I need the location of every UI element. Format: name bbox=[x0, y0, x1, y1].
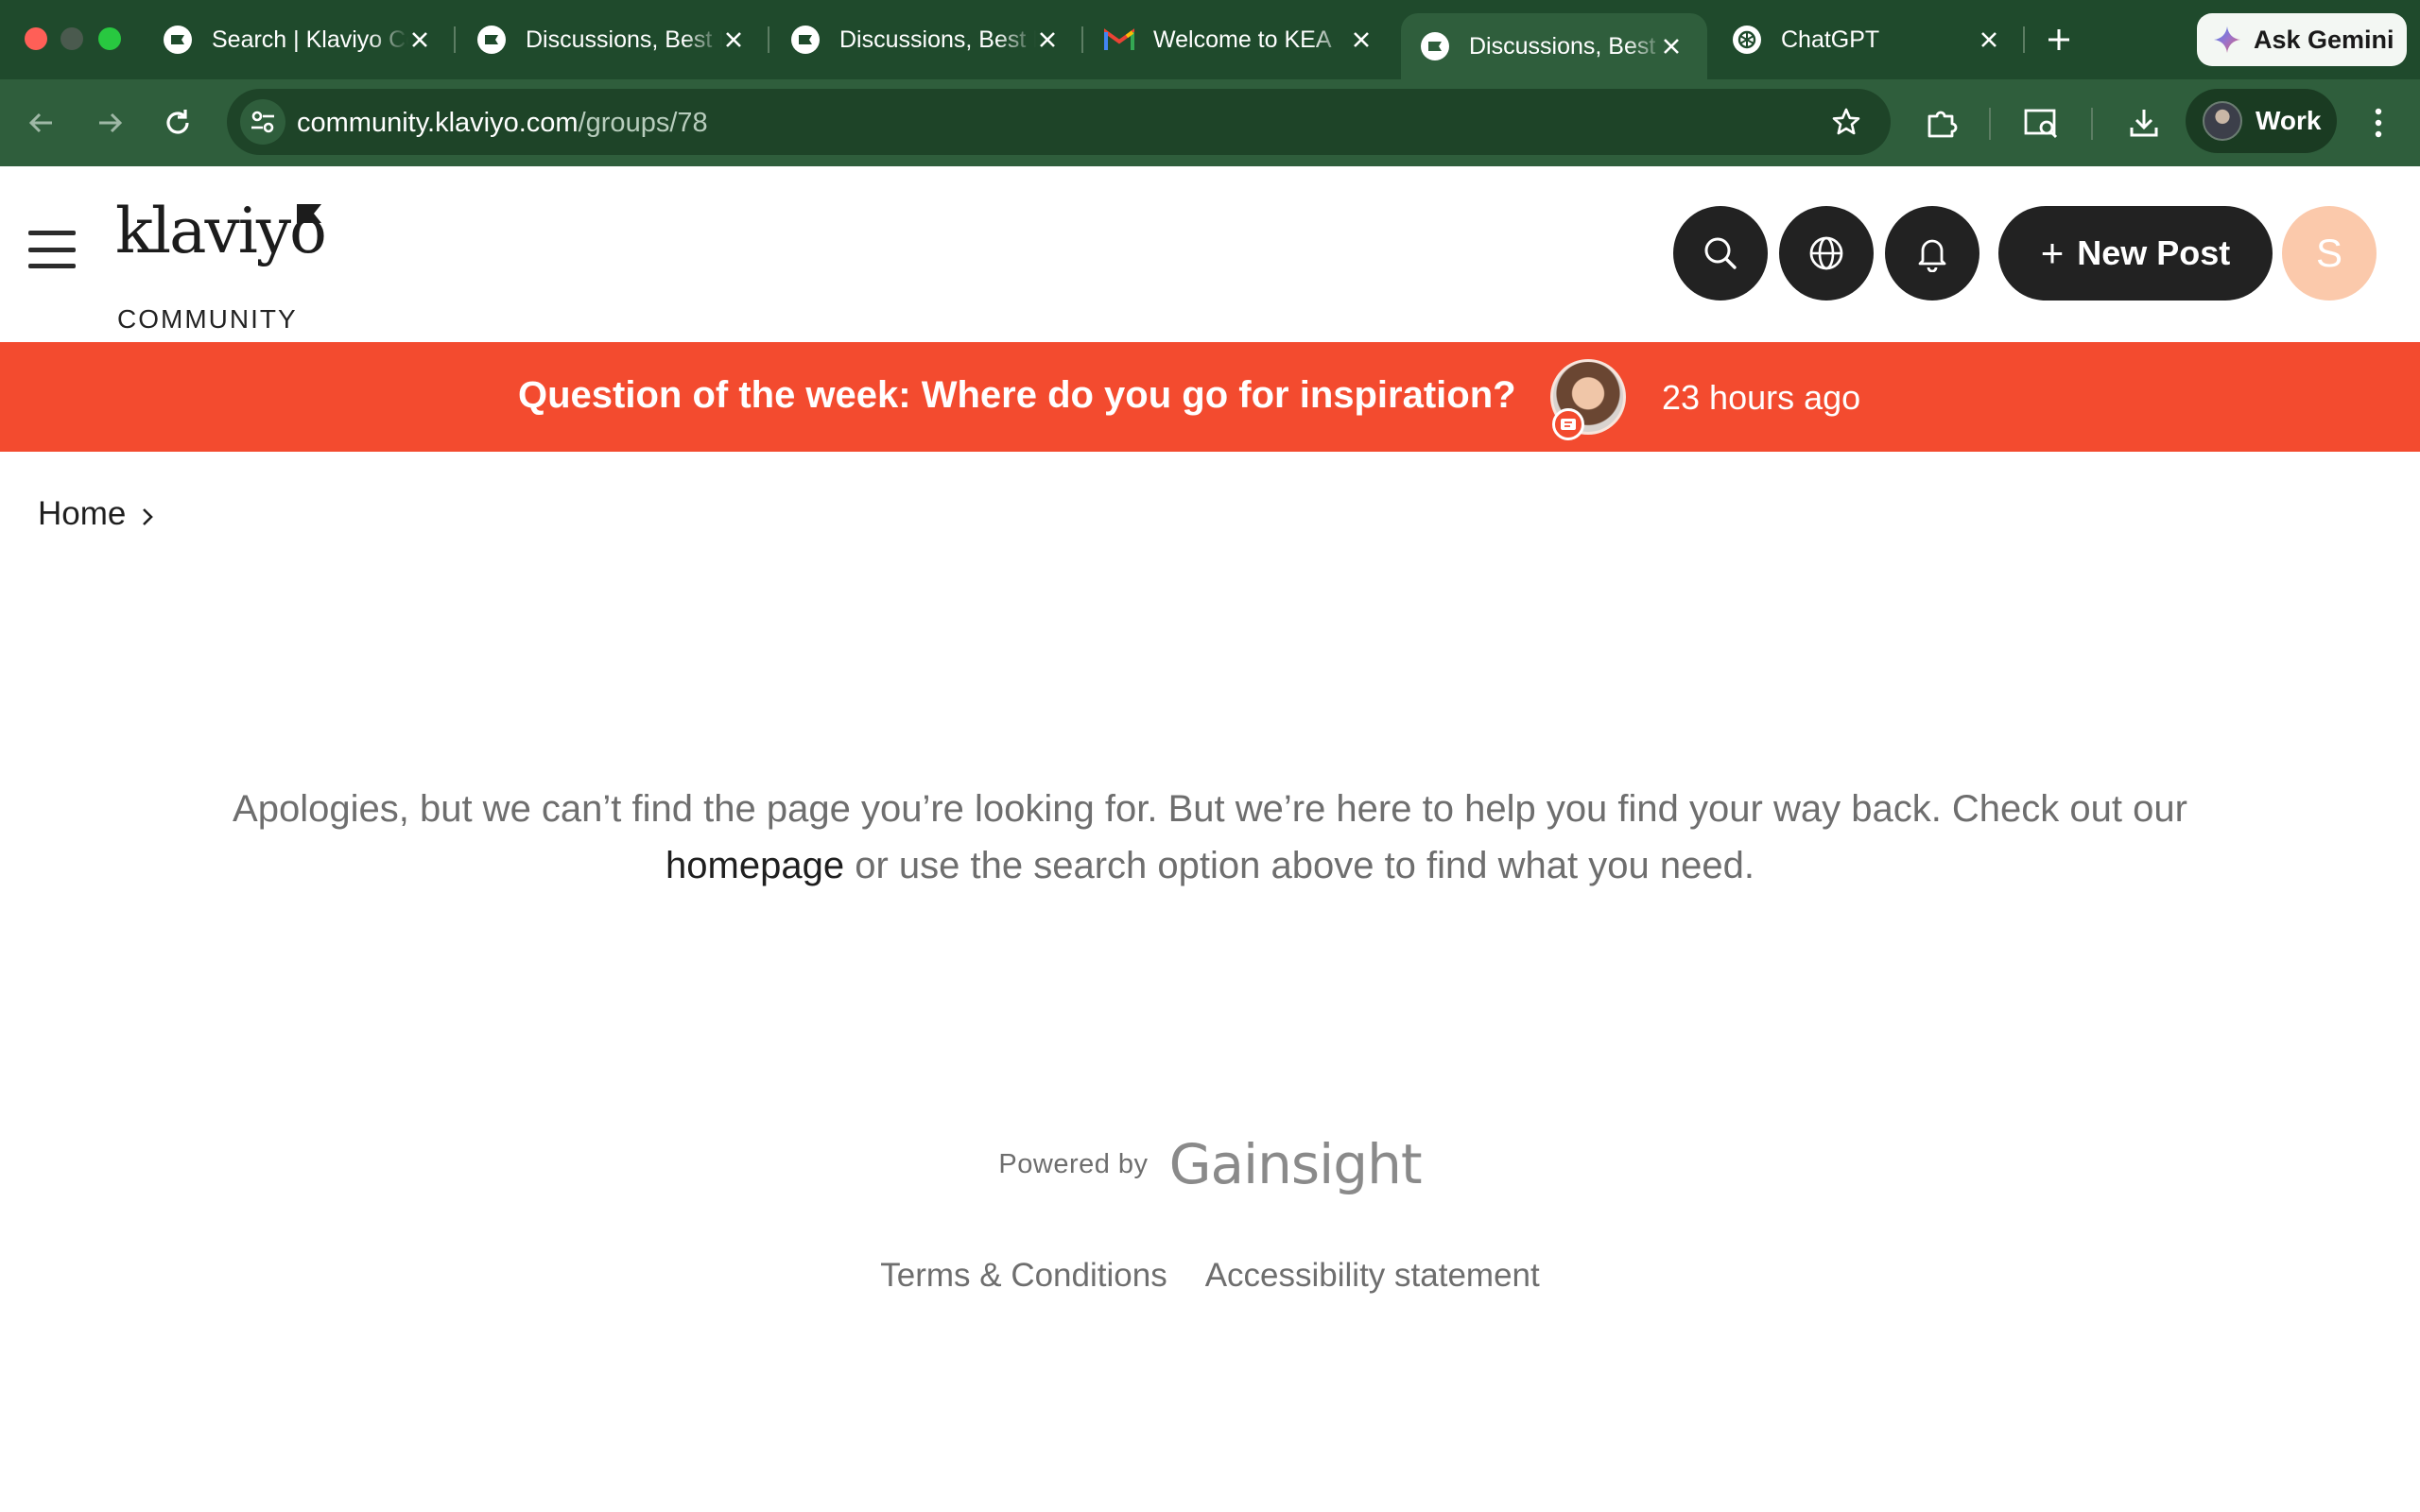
moderator-badge-icon bbox=[1552, 408, 1584, 440]
question-of-the-week-banner[interactable]: Question of the week: Where do you go fo… bbox=[0, 342, 2420, 452]
back-button[interactable] bbox=[19, 100, 64, 146]
gmail-icon bbox=[1104, 25, 1134, 55]
logo-subtitle: COMMUNITY bbox=[117, 304, 298, 334]
reload-button[interactable] bbox=[155, 100, 200, 146]
globe-icon bbox=[1809, 236, 1843, 270]
browser-tab[interactable]: Discussions, Best Practices bbox=[458, 13, 769, 66]
close-icon[interactable] bbox=[1656, 31, 1686, 61]
user-avatar[interactable]: S bbox=[2282, 206, 2377, 301]
profile-avatar bbox=[2203, 101, 2242, 141]
puzzle-icon bbox=[1927, 111, 1958, 138]
tab-strip: Search | Klaviyo Community Discussions, … bbox=[0, 0, 2420, 79]
menu-button[interactable] bbox=[28, 231, 76, 268]
tab-title: Search | Klaviyo Community bbox=[212, 26, 408, 53]
downloads-button[interactable] bbox=[2121, 100, 2167, 146]
breadcrumb-home-link[interactable]: Home bbox=[38, 495, 126, 533]
search-icon bbox=[1704, 237, 1737, 269]
klaviyo-icon bbox=[1420, 31, 1450, 61]
plus-icon: + bbox=[2040, 231, 2065, 275]
close-icon[interactable] bbox=[1974, 25, 2004, 55]
close-icon[interactable] bbox=[1032, 25, 1063, 55]
language-button[interactable] bbox=[1779, 206, 1874, 301]
extensions-button[interactable] bbox=[1919, 100, 1964, 146]
lens-icon bbox=[2024, 109, 2058, 139]
zoom-window-button[interactable] bbox=[98, 27, 121, 50]
profile-label: Work bbox=[2256, 106, 2322, 135]
tab-title: Welcome to KEA bbox=[1153, 26, 1332, 53]
minimize-window-button[interactable] bbox=[60, 27, 83, 50]
browser-chrome: Search | Klaviyo Community Discussions, … bbox=[0, 0, 2420, 166]
star-icon bbox=[1832, 108, 1860, 135]
close-icon[interactable] bbox=[405, 25, 435, 55]
browser-tab-active[interactable]: Discussions, Best Practices bbox=[1401, 13, 1707, 79]
banner-title[interactable]: Question of the week: Where do you go fo… bbox=[518, 374, 1516, 417]
tab-title: Discussions, Best Practices bbox=[1469, 32, 1666, 60]
not-found-text-1: Apologies, but we can’t find the page yo… bbox=[233, 788, 2187, 830]
more-vertical-icon bbox=[2375, 108, 2382, 138]
profile-button[interactable]: Work bbox=[2186, 89, 2337, 153]
address-bar[interactable]: community.klaviyo.com/groups/78 bbox=[227, 89, 1891, 155]
klaviyo-icon bbox=[163, 25, 193, 55]
klaviyo-icon bbox=[790, 25, 821, 55]
new-post-label: New Post bbox=[2077, 233, 2231, 272]
arrow-right-icon bbox=[99, 112, 123, 133]
arrow-left-icon bbox=[28, 112, 52, 133]
search-button[interactable] bbox=[1673, 206, 1768, 301]
klaviyo-icon bbox=[476, 25, 507, 55]
browser-tab[interactable]: Discussions, Best Practices bbox=[771, 13, 1083, 66]
tab-title: ChatGPT bbox=[1781, 26, 1880, 53]
download-icon bbox=[2130, 110, 2158, 137]
tune-icon bbox=[251, 111, 274, 133]
gemini-sparkle-icon bbox=[2214, 26, 2240, 53]
forward-button[interactable] bbox=[87, 100, 132, 146]
tab-title: Discussions, Best Practices bbox=[839, 26, 1036, 53]
browser-tab[interactable]: ChatGPT bbox=[1713, 13, 2025, 66]
logo-wordmark: klaviyo bbox=[115, 195, 327, 267]
ask-gemini-button[interactable]: Ask Gemini bbox=[2197, 13, 2407, 66]
ask-gemini-label: Ask Gemini bbox=[2254, 25, 2394, 54]
bell-icon bbox=[1918, 239, 1946, 272]
chatgpt-icon bbox=[1732, 25, 1762, 55]
reload-icon bbox=[166, 110, 189, 134]
new-tab-button[interactable] bbox=[2040, 21, 2078, 59]
browser-tab[interactable]: Search | Klaviyo Community bbox=[144, 13, 456, 66]
footer-links: Terms & Conditions Accessibility stateme… bbox=[0, 1257, 2420, 1295]
lens-search-button[interactable] bbox=[2019, 100, 2065, 146]
powered-by: Powered by Gainsight bbox=[0, 1132, 2420, 1196]
banner-timestamp: 23 hours ago bbox=[1662, 378, 1861, 417]
breadcrumb: Home bbox=[38, 495, 154, 533]
close-window-button[interactable] bbox=[25, 27, 47, 50]
browser-toolbar: community.klaviyo.com/groups/78 Work bbox=[0, 79, 2420, 166]
logo-flag-icon bbox=[297, 204, 321, 223]
klaviyo-community-logo[interactable]: klaviyo COMMUNITY bbox=[115, 195, 333, 334]
accessibility-link[interactable]: Accessibility statement bbox=[1205, 1257, 1540, 1295]
homepage-link[interactable]: homepage bbox=[666, 845, 844, 886]
browser-menu-button[interactable] bbox=[2356, 100, 2401, 146]
terms-link[interactable]: Terms & Conditions bbox=[880, 1257, 1167, 1295]
site-header: klaviyo COMMUNITY + New Post S bbox=[0, 166, 2420, 342]
gainsight-logo[interactable]: Gainsight bbox=[1169, 1132, 1423, 1196]
tab-title: Discussions, Best Practices bbox=[526, 26, 722, 53]
powered-by-label: Powered by bbox=[998, 1148, 1149, 1179]
close-icon[interactable] bbox=[718, 25, 749, 55]
browser-tab[interactable]: Welcome to KEA bbox=[1085, 13, 1397, 66]
plus-icon bbox=[2048, 29, 2069, 50]
chevron-right-icon bbox=[143, 508, 154, 525]
url-text[interactable]: community.klaviyo.com/groups/78 bbox=[297, 108, 708, 139]
notifications-button[interactable] bbox=[1885, 206, 1979, 301]
close-icon[interactable] bbox=[1346, 25, 1376, 55]
site-info-button[interactable] bbox=[240, 99, 285, 145]
bookmark-star-button[interactable] bbox=[1826, 102, 1866, 142]
not-found-message: Apologies, but we can’t find the page yo… bbox=[151, 781, 2269, 894]
new-post-button[interactable]: + New Post bbox=[1998, 206, 2273, 301]
not-found-text-2: or use the search option above to find w… bbox=[844, 845, 1754, 886]
